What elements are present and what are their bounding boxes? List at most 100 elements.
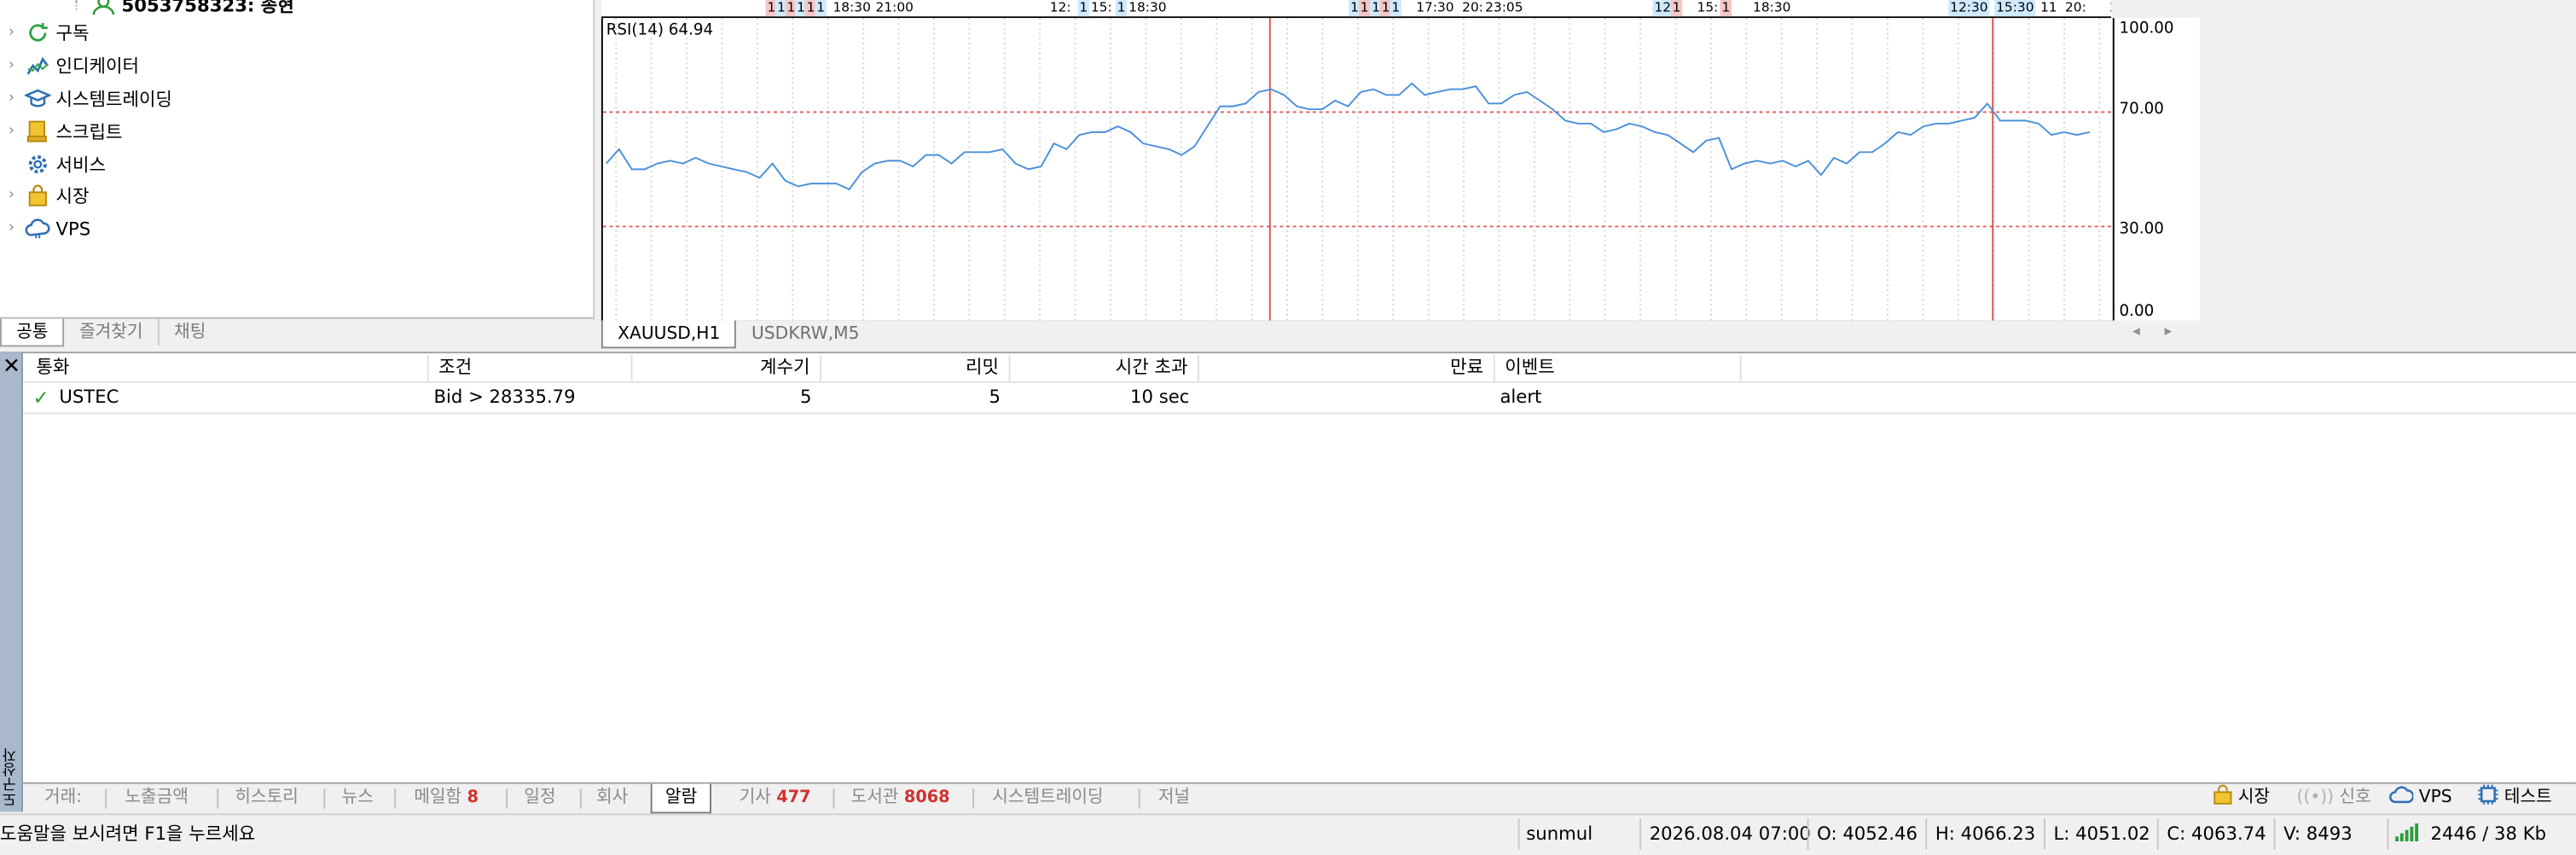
nav-item-label: 서비스 [55,154,106,177]
time-tick-label: 1 [1358,0,1371,17]
toolbox-sidebar [0,352,23,812]
time-tick-label: 1 [1670,0,1683,17]
vps-button[interactable]: VPS [2388,784,2452,812]
nav-item-label: VPS [55,218,91,240]
time-tick-label: 1 [1720,0,1732,17]
time-tick-label: 15: [1090,0,1112,15]
tab-journal[interactable]: 저널 [1158,784,1190,812]
bar-volume: V: 8493 [2283,823,2353,845]
tab-company[interactable]: 회사 [596,784,628,812]
tab-trade[interactable]: 거래: [44,784,82,812]
time-tick-label: 20: [2064,0,2086,15]
alert-expiry [1199,385,1495,411]
tester-button[interactable]: 테스트 [2477,784,2552,812]
column-header-expiry[interactable]: 만료 [1199,355,1495,381]
status-bar: 도움말을 보시려면 F1을 누르세요 sunmul 2026.08.04 07:… [0,813,2576,853]
chart-tabs: XAUUSD,H1 USDKRW,M5 ◂ ▸ [600,320,2198,349]
nav-item-subscriptions[interactable]: › 구독 [0,18,89,48]
graduation-cap-icon [23,85,53,112]
nav-item-label: 인디케이터 [55,55,139,78]
chart-tab-scroll-arrows[interactable]: ◂ ▸ [2132,323,2182,340]
level-0-label: 0.00 [2119,302,2155,321]
nav-item-indicators[interactable]: › 인디케이터 [0,51,139,81]
tab-exposure[interactable]: 노출금액 [125,784,188,812]
expand-icon[interactable]: › [0,25,23,41]
expand-icon[interactable]: › [0,220,23,236]
time-tick-label: 1 [1390,0,1402,17]
close-icon[interactable]: ✕ [2,355,21,380]
expand-icon[interactable]: › [0,123,23,139]
tab-library[interactable]: 도서관 8068 [851,784,950,812]
column-header-symbol[interactable]: 통화 [26,355,429,381]
chip-icon [2477,784,2498,816]
alert-condition: Bid > 28335.79 [433,386,576,408]
rsi-indicator-pane[interactable]: RSI(14) 64.94 [600,18,2113,323]
nav-item-expert-advisors[interactable]: › 시스템트레이딩 [0,84,172,113]
toolbox-tabs: 거래: 노출금액 히스토리 뉴스 메일함 8 일정 회사 알람 기사 477 도… [22,782,2576,814]
price-scale[interactable]: 100.00 70.00 30.00 0.00 [2112,18,2200,321]
nav-item-services[interactable]: 서비스 [0,149,106,179]
tab-calendar[interactable]: 일정 [524,784,555,812]
tab-expert-advisors[interactable]: 시스템트레이딩 [992,784,1103,812]
cloud-icon [2388,786,2415,816]
chart-tab-usdkrw[interactable]: USDKRW,M5 [737,321,874,347]
tab-alerts[interactable]: 알람 [650,783,712,814]
column-header-counter[interactable]: 계수기 [633,355,821,381]
time-tick-label: 12: [1049,0,1071,15]
time-tick-label: 18:30 [833,0,871,15]
column-header-limit[interactable]: 리밋 [821,355,1011,381]
bar-open: O: 4052.46 [1817,823,1917,845]
level-70-label: 70.00 [2119,100,2164,119]
expand-icon[interactable]: › [0,188,23,204]
tab-favorites[interactable]: 즐겨찾기 [65,318,160,346]
tab-mailbox[interactable]: 메일함 8 [414,784,479,812]
bar-low: L: 4051.02 [2053,823,2150,845]
tab-chat[interactable]: 채팅 [160,319,221,346]
profile-name[interactable]: sunmul [1526,815,1593,852]
tab-articles[interactable]: 기사 477 [740,784,811,812]
time-tick-label: 23:05 [1485,0,1523,15]
nav-item-market[interactable]: › 시장 [0,181,89,211]
nav-item-label: 시스템트레이딩 [55,89,172,111]
column-header-event[interactable]: 이벤트 [1495,355,1742,381]
signal-bars-icon [2395,817,2425,854]
chart-tab-xauusd[interactable]: XAUUSD,H1 [600,320,737,349]
account-item[interactable]: 5053758323: 송현 [92,0,294,18]
column-header-condition[interactable]: 조건 [429,355,633,381]
tab-news[interactable]: 뉴스 [342,784,374,812]
signals-button[interactable]: ((•)) 신호 [2297,784,2371,812]
refresh-icon [23,20,53,46]
market-button[interactable]: 시장 [2213,784,2270,812]
time-tick-label: 15: [1697,0,1719,15]
nav-item-scripts[interactable]: › 스크립트 [0,117,122,147]
nav-item-label: 시장 [55,185,90,207]
time-tick-label: 18:30 [1753,0,1791,15]
time-tick-label: 15:30 [1994,0,2036,17]
toolbox-panel [0,352,2576,786]
cloud-icon [23,215,53,241]
bar-high: H: 4066.23 [1935,823,2036,845]
time-tick-label: 12:30 [1948,0,1990,17]
time-tick-label: 18:30 [1128,0,1167,15]
connection-status[interactable]: 2446 / 38 Kb [2395,815,2546,852]
rsi-plot [602,18,2113,321]
column-header-timeout[interactable]: 시간 초과 [1010,355,1199,381]
expand-icon[interactable]: › [0,90,23,107]
time-tick-label: 20: [1462,0,1483,15]
lock-bag-icon [2213,784,2232,816]
nav-item-label: 구독 [55,22,90,45]
tab-common[interactable]: 공통 [0,318,65,347]
account-icon [92,0,115,15]
row-divider [22,412,2576,415]
expand-icon[interactable]: › [0,57,23,73]
script-icon [23,119,53,145]
time-tick-label: 21:00 [875,0,914,15]
alert-timeout: 10 sec [1129,386,1190,408]
indicator-label: RSI(14) 64.94 [606,21,714,40]
indicator-icon [23,53,53,79]
nav-item-vps[interactable]: › VPS [0,213,90,243]
alert-counter: 5 [799,386,812,408]
tab-history[interactable]: 히스토리 [235,784,298,812]
shopping-bag-icon [23,183,53,209]
time-tick-label: 17:30 [1416,0,1454,15]
